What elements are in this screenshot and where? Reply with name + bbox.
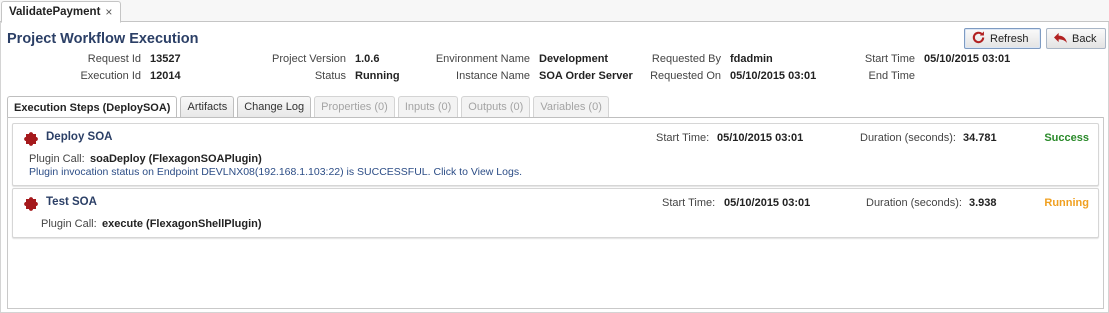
- status-value: Running: [355, 70, 400, 82]
- tab-validate-payment[interactable]: ValidatePayment ×: [1, 1, 122, 23]
- puzzle-piece-icon: [22, 195, 40, 213]
- start-time-value: 05/10/2015 03:01: [924, 53, 1011, 65]
- project-version-label: Project Version: [272, 53, 346, 65]
- environment-name-label: Environment Name: [435, 53, 530, 65]
- instance-name-value: SOA Order Server: [539, 70, 633, 82]
- view-logs-link[interactable]: Plugin invocation status on Endpoint DEV…: [29, 166, 522, 178]
- tab-change-log[interactable]: Change Log: [237, 96, 312, 117]
- step-name[interactable]: Test SOA: [46, 196, 97, 208]
- end-time-label: End Time: [868, 70, 915, 82]
- duration-label: Duration (seconds):: [866, 197, 962, 209]
- request-id-value: 13527: [150, 53, 181, 65]
- tab-outputs[interactable]: Outputs (0): [461, 96, 531, 117]
- step-start-time-label: Start Time:: [656, 132, 710, 144]
- step-card: Test SOA Plugin Call: execute (FlexagonS…: [12, 188, 1099, 238]
- refresh-button[interactable]: Refresh: [964, 28, 1041, 49]
- instance-name-label: Instance Name: [456, 70, 530, 82]
- duration-value: 34.781: [963, 132, 997, 144]
- start-time-label: Start Time: [864, 53, 915, 65]
- requested-by-label: Requested By: [651, 53, 721, 65]
- back-arrow-icon: [1053, 31, 1068, 47]
- project-version-value: 1.0.6: [355, 53, 380, 65]
- tab-variables[interactable]: Variables (0): [533, 96, 609, 117]
- step-name[interactable]: Deploy SOA: [46, 131, 112, 143]
- step-start-time-value: 05/10/2015 03:01: [724, 197, 811, 209]
- duration-label: Duration (seconds):: [860, 132, 956, 144]
- document-tab-bar: ValidatePayment ×: [0, 0, 1109, 23]
- status-label: Status: [314, 70, 346, 82]
- tab-label: ValidatePayment: [9, 6, 101, 18]
- back-label: Back: [1072, 32, 1097, 45]
- refresh-icon: [971, 30, 986, 48]
- execution-tabs: Execution Steps (DeploySOA) Artifacts Ch…: [7, 96, 609, 118]
- plugin-call-value: execute (FlexagonShellPlugin): [102, 218, 262, 230]
- step-start-time-label: Start Time:: [662, 197, 716, 209]
- step-card: Deploy SOA Plugin Call: soaDeploy (Flexa…: [12, 123, 1099, 186]
- tab-inputs[interactable]: Inputs (0): [397, 96, 459, 117]
- tab-artifacts[interactable]: Artifacts: [180, 96, 235, 117]
- requested-by-value: fdadmin: [730, 53, 773, 65]
- duration-value: 3.938: [969, 197, 997, 209]
- step-status: Running: [1044, 197, 1089, 209]
- environment-name-value: Development: [539, 53, 609, 65]
- requested-on-value: 05/10/2015 03:01: [730, 70, 817, 82]
- request-id-label: Request Id: [87, 53, 141, 65]
- page-title: Project Workflow Execution: [7, 31, 199, 47]
- step-start-time-value: 05/10/2015 03:01: [717, 132, 804, 144]
- requested-on-label: Requested On: [650, 70, 721, 82]
- refresh-label: Refresh: [990, 32, 1029, 45]
- execution-id-label: Execution Id: [80, 70, 141, 82]
- plugin-call-label: Plugin Call:: [41, 218, 97, 230]
- execution-id-value: 12014: [150, 70, 181, 82]
- tab-execution-steps[interactable]: Execution Steps (DeploySOA): [7, 96, 178, 118]
- close-icon[interactable]: ×: [105, 6, 112, 18]
- back-button[interactable]: Back: [1046, 28, 1106, 49]
- tab-properties[interactable]: Properties (0): [314, 96, 395, 117]
- puzzle-piece-icon: [22, 130, 40, 148]
- plugin-call-label: Plugin Call:: [29, 153, 85, 165]
- plugin-call-value: soaDeploy (FlexagonSOAPlugin): [90, 153, 262, 165]
- step-status: Success: [1044, 132, 1089, 144]
